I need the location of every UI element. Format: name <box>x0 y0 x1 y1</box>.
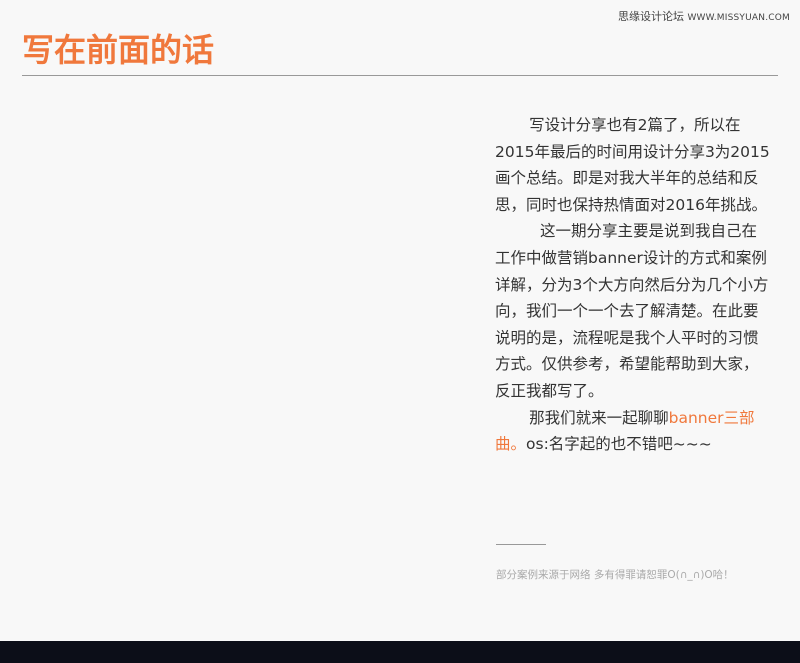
paragraph-2: 这一期分享主要是说到我自己在工作中做营销banner设计的方式和案例详解，分为3… <box>495 222 769 400</box>
watermark-site-name: 思缘设计论坛 <box>617 10 684 23</box>
watermark-url: WWW.MISSYUAN.COM <box>687 13 790 23</box>
note-divider <box>496 544 546 545</box>
paragraph-3-lead: 那我们就来一起聊聊 <box>529 408 669 427</box>
paragraph-1: 写设计分享也有2篇了，所以在2015年最后的时间用设计分享3为2015画个总结。… <box>495 116 770 214</box>
watermark: 思缘设计论坛 WWW.MISSYUAN.COM <box>618 8 790 24</box>
page-title: 写在前面的话 <box>22 31 215 69</box>
footer-bar <box>0 641 800 663</box>
paragraph-3-tail: os:名字起的也不错吧~~~ <box>526 435 712 454</box>
title-divider <box>22 75 778 76</box>
paragraph-3: 那我们就来一起聊聊banner三部曲。os:名字起的也不错吧~~~ <box>495 405 770 458</box>
disclaimer-note: 部分案例来源于网络 多有得罪请恕罪O(∩_∩)O哈！ <box>496 569 734 581</box>
article-body: 写设计分享也有2篇了，所以在2015年最后的时间用设计分享3为2015画个总结。… <box>495 112 770 458</box>
